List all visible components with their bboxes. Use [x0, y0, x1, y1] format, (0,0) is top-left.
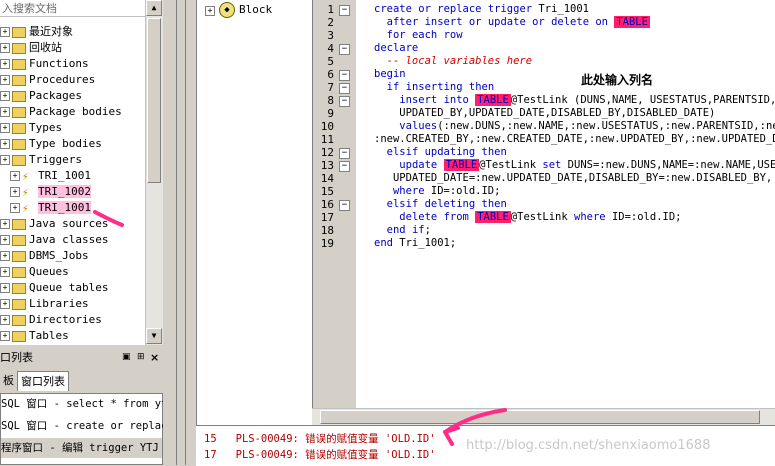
annotation-arrowhead [443, 426, 460, 446]
annotation-overlay [93, 210, 507, 446]
annotation-arrow-left [93, 210, 124, 227]
